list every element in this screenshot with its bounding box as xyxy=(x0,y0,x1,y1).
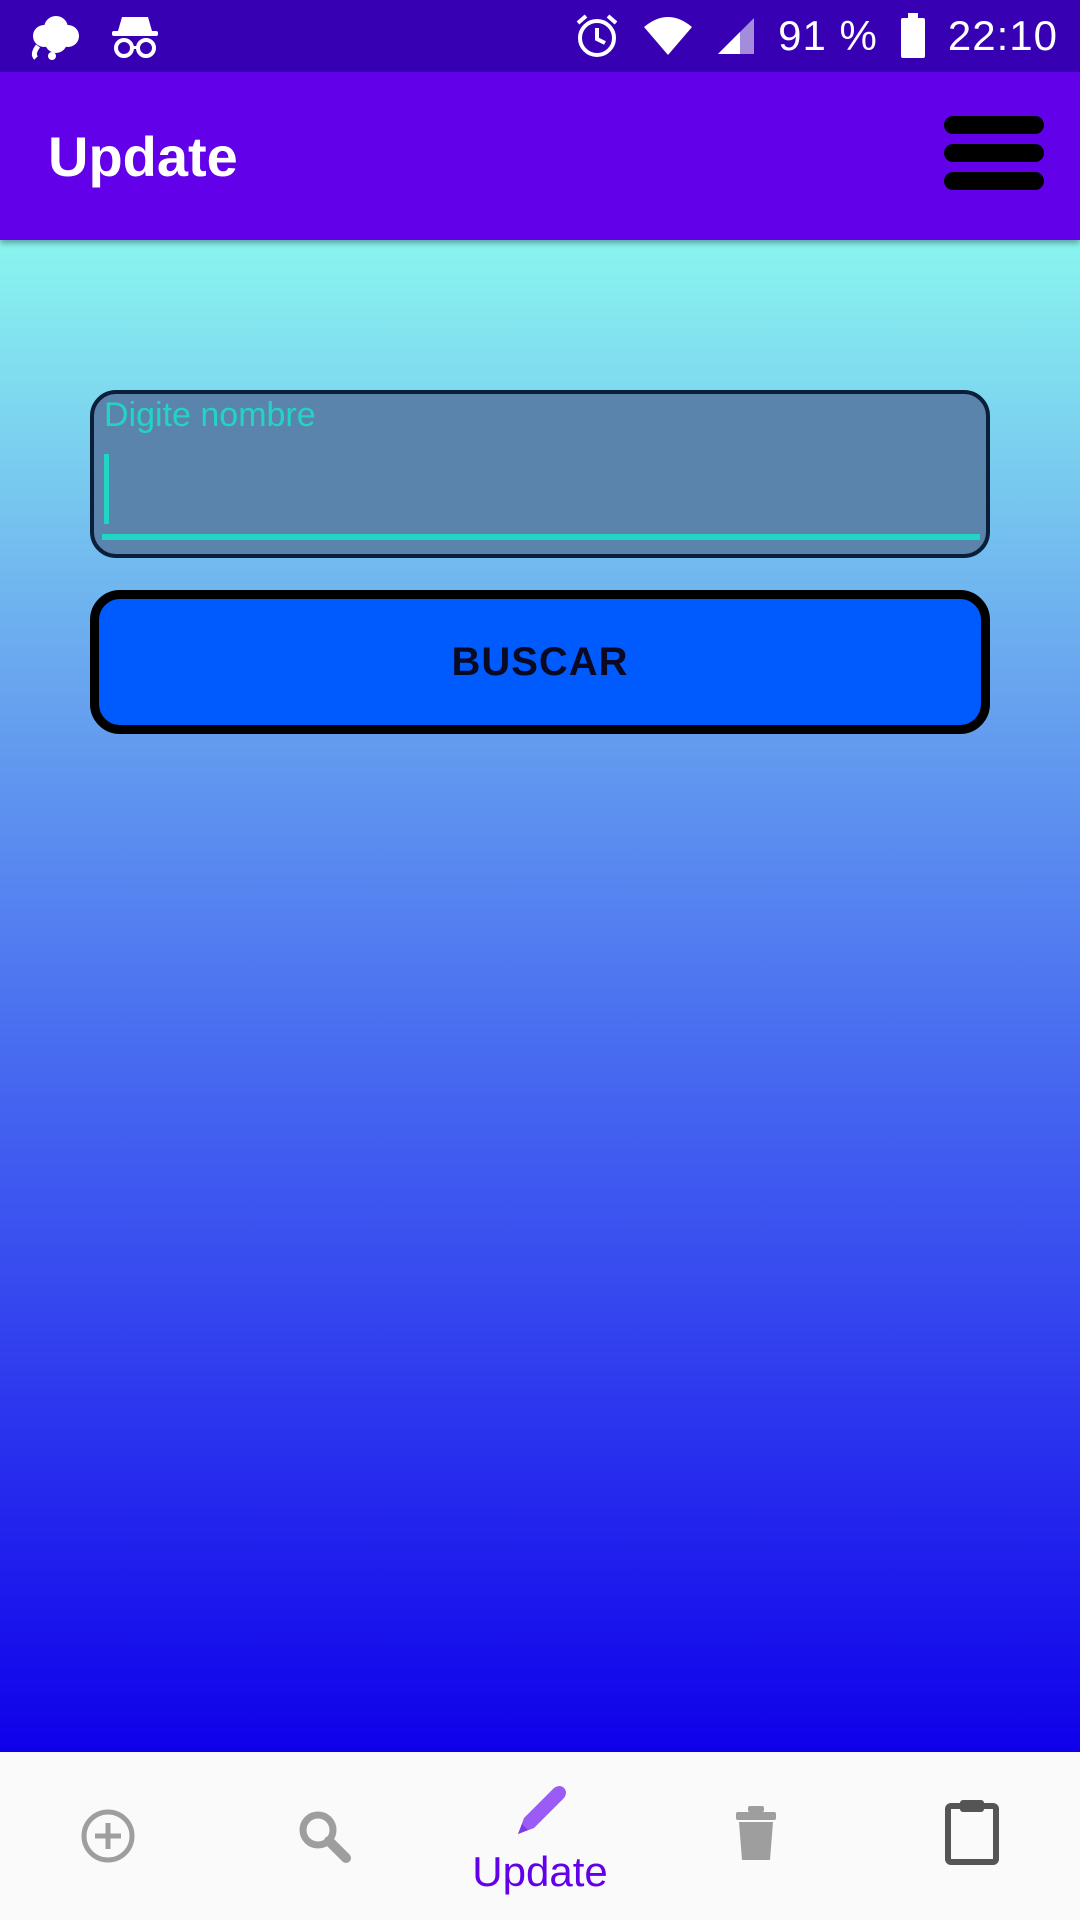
battery-icon xyxy=(900,13,925,58)
text-cursor xyxy=(104,454,109,524)
search-button-label: BUSCAR xyxy=(451,639,629,684)
nav-item-add[interactable] xyxy=(0,1752,216,1920)
name-field-placeholder: Digite nombre xyxy=(104,396,316,434)
nav-item-update-label: Update xyxy=(472,1848,608,1895)
wifi-icon xyxy=(644,17,693,55)
incognito-icon xyxy=(112,17,158,58)
clock: 22:10 xyxy=(947,12,1058,59)
signal-icon xyxy=(718,18,755,54)
search-icon xyxy=(299,1811,351,1863)
alarm-icon xyxy=(576,14,618,57)
flower-notification-icon xyxy=(31,16,79,60)
hamburger-menu-icon[interactable] xyxy=(944,116,1044,196)
nav-item-search[interactable] xyxy=(216,1752,432,1920)
bottom-navigation: Update xyxy=(0,1752,1080,1920)
clipboard-icon xyxy=(945,1800,999,1865)
nav-item-clipboard[interactable] xyxy=(864,1752,1080,1920)
nav-item-update[interactable]: Update xyxy=(432,1752,648,1920)
add-circle-icon xyxy=(81,1809,135,1863)
field-underline xyxy=(102,534,980,540)
main-content: Digite nombre BUSCAR xyxy=(0,240,1080,1752)
app-bar: Update xyxy=(0,72,1080,240)
trash-icon xyxy=(736,1806,776,1860)
search-button[interactable]: BUSCAR xyxy=(90,590,990,734)
battery-percent: 91 % xyxy=(778,12,878,59)
nav-item-delete[interactable] xyxy=(648,1752,864,1920)
pencil-icon xyxy=(518,1786,566,1834)
page-title: Update xyxy=(48,125,238,188)
name-field[interactable]: Digite nombre xyxy=(90,390,990,558)
status-bar: 91 % 22:10 xyxy=(0,0,1080,72)
